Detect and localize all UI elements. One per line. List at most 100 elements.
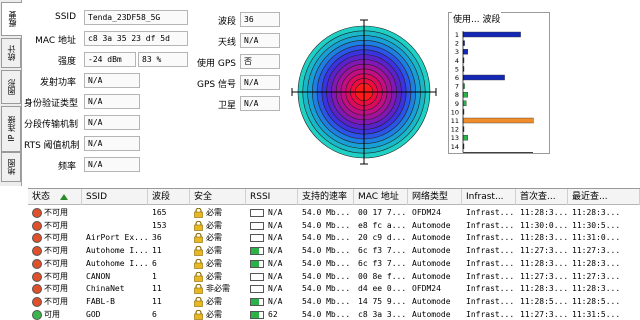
- rssi-value: N/A: [268, 233, 283, 243]
- usage-bar: [462, 134, 469, 141]
- column-header[interactable]: MAC 地址: [354, 189, 408, 205]
- tab-label: IP 连接: [6, 116, 16, 142]
- info-label: 频率: [57, 162, 76, 172]
- first-cell: 11:27:3...: [520, 309, 568, 319]
- usage-channel-label: 2: [455, 40, 459, 48]
- unavailable-status-icon: [32, 220, 42, 231]
- channel-usage-title: 使用... 波段: [452, 12, 502, 25]
- usage-bar: [462, 74, 505, 81]
- rssi-value: 62: [268, 309, 278, 319]
- rssi-value: N/A: [268, 284, 283, 294]
- lock-icon: [194, 258, 203, 269]
- column-header[interactable]: 状态: [28, 189, 82, 205]
- column-header[interactable]: RSSI: [246, 189, 298, 205]
- available-status-icon: [32, 309, 42, 320]
- lock-icon: [194, 245, 203, 256]
- unavailable-status-icon: [32, 233, 42, 244]
- status-text: 不可用: [44, 246, 68, 256]
- tab-label: 概要: [7, 11, 17, 27]
- info-value: N/A: [84, 115, 140, 130]
- security-cell: 必需: [190, 308, 246, 320]
- usage-bar: [462, 31, 521, 38]
- security-text: 必需: [206, 220, 222, 230]
- info-value: N/A: [84, 73, 140, 88]
- column-header[interactable]: 安全: [190, 189, 246, 205]
- ssid-cell: GOD: [86, 309, 101, 319]
- channel-usage-panel: 1 2 3 4 5 6 7 8 9 10 11 12 13 14: [448, 12, 550, 154]
- security-text: 必需: [206, 233, 222, 243]
- rate-cell: 54.0 Mb...: [302, 309, 351, 319]
- tab-4[interactable]: 地图: [1, 152, 21, 182]
- info-value: 36: [240, 12, 280, 27]
- rssi-bar-fill: [251, 311, 260, 318]
- unavailable-status-icon: [32, 271, 42, 282]
- rssi-bar-fill: [251, 298, 260, 305]
- info-label: 波段: [217, 17, 236, 27]
- column-header[interactable]: Infrast...: [462, 189, 516, 205]
- info-label: 身份验证类型: [24, 99, 79, 109]
- security-text: 必需: [206, 296, 222, 306]
- info-label: 发射功率: [39, 78, 76, 88]
- network-table[interactable]: 状态 SSID 波段 安全 RSSI 支持的速率 MAC 地址 网络类型 Infrast... 首…: [28, 188, 640, 320]
- info-value: N/A: [84, 136, 140, 151]
- channel-usage-chart: 1234567891011121314: [451, 31, 534, 153]
- rssi-bar: [250, 221, 264, 230]
- lock-icon: [194, 220, 203, 231]
- rssi-bar: [250, 272, 264, 281]
- usage-channel-label: 13: [451, 134, 459, 142]
- rssi-bar: [250, 285, 264, 294]
- signal-radar: [291, 19, 437, 165]
- tab-label: 地图: [6, 159, 16, 175]
- info-label: 使用 GPS: [197, 59, 236, 69]
- tab-label: 统计: [6, 45, 16, 61]
- column-header[interactable]: 最近查...: [568, 189, 640, 205]
- usage-channel-label: 7: [455, 83, 459, 91]
- info-value: N/A: [240, 33, 280, 48]
- usage-channel-label: 10: [451, 108, 459, 116]
- info-label: 天线: [217, 38, 236, 48]
- tab-2[interactable]: 图形: [1, 70, 21, 104]
- tab-1[interactable]: 统计: [1, 38, 21, 68]
- unavailable-status-icon: [32, 208, 42, 218]
- info-value: N/A: [240, 96, 280, 111]
- info-label: SSID: [54, 12, 76, 22]
- column-header[interactable]: 网络类型: [408, 189, 462, 205]
- lock-icon: [194, 309, 203, 320]
- nettype-cell: Automode: [412, 309, 451, 319]
- usage-channel-label: 3: [455, 48, 459, 56]
- info-panel: SSID Tenda_23DF58_5G MAC 地址 c8 3a 35 23 df …: [24, 0, 284, 186]
- unavailable-status-icon: [32, 246, 42, 257]
- column-header[interactable]: SSID: [82, 189, 148, 205]
- column-header[interactable]: 支持的速率: [298, 189, 354, 205]
- column-header[interactable]: 首次查...: [516, 189, 568, 205]
- rssi-bar: [250, 310, 264, 319]
- table-row[interactable]: 可用 GOD 6 54.0 Mb... c8 3a 3... Automode Infras…: [28, 308, 640, 320]
- tab-3[interactable]: IP 连接: [1, 106, 21, 152]
- usage-bar: [462, 91, 469, 98]
- usage-channel-label: 6: [455, 74, 459, 82]
- unavailable-status-icon: [32, 296, 42, 307]
- security-text: 必需: [206, 246, 222, 256]
- info-value: -24 dBm: [84, 52, 136, 67]
- info-label: 卫星: [217, 101, 236, 111]
- security-text: 必需: [206, 309, 222, 319]
- status-text: 不可用: [44, 233, 68, 243]
- tab-0[interactable]: 概要: [1, 2, 22, 36]
- info-value: N/A: [84, 157, 140, 172]
- rssi-bar-fill: [251, 260, 260, 267]
- info-value: 83 %: [138, 52, 188, 67]
- sort-asc-icon[interactable]: [60, 194, 68, 200]
- info-label: MAC 地址: [35, 36, 76, 46]
- lock-icon: [194, 296, 203, 307]
- rssi-value: N/A: [268, 271, 283, 281]
- rssi-value: N/A: [268, 246, 283, 256]
- usage-channel-label: 14: [451, 143, 459, 151]
- tab-label: 图形: [6, 79, 16, 95]
- status-text: 不可用: [44, 258, 68, 268]
- usage-channel-label: 8: [455, 91, 459, 99]
- status-text: 不可用: [44, 296, 68, 306]
- column-header[interactable]: 波段: [148, 189, 190, 205]
- table-header: 状态 SSID 波段 安全 RSSI 支持的速率 MAC 地址 网络类型 Infrast... 首…: [28, 189, 640, 205]
- lock-icon: [194, 283, 203, 294]
- info-label: 强度: [57, 57, 76, 67]
